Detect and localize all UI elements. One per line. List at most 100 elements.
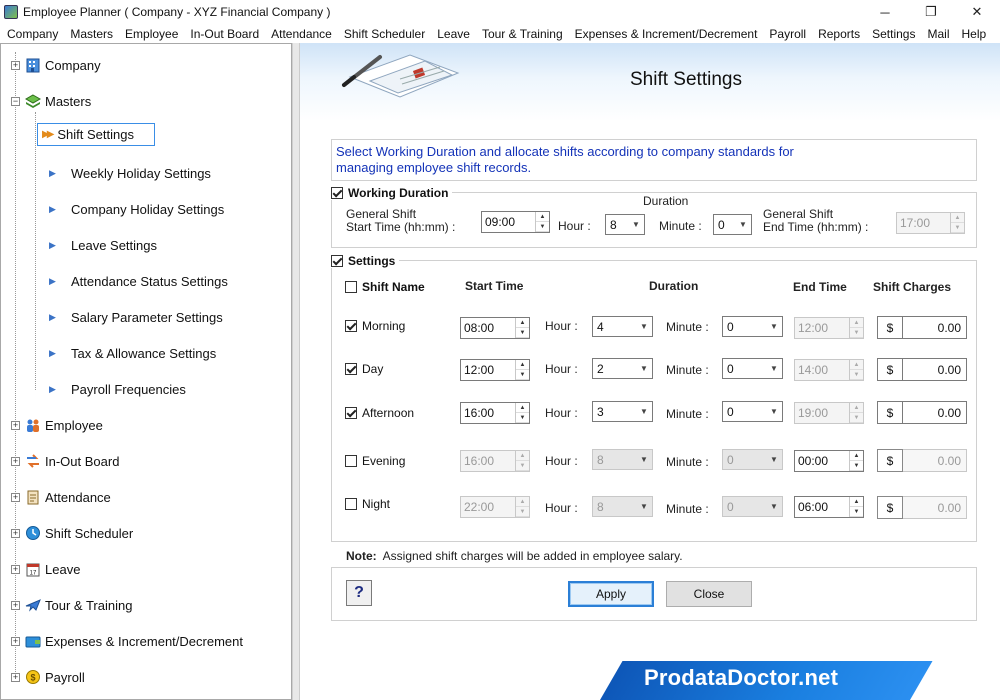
shift-hour-select[interactable]: 3 ▼: [592, 401, 653, 422]
menu-attendance[interactable]: Attendance: [265, 27, 338, 41]
menu-mail[interactable]: Mail: [921, 27, 955, 41]
spin-arrows[interactable]: ▲ ▼: [515, 403, 529, 423]
spin-up-icon[interactable]: ▲: [516, 360, 529, 370]
tree-item-weekly-holiday[interactable]: ▶ Weekly Holiday Settings: [49, 161, 211, 185]
menu-reports[interactable]: Reports: [812, 27, 866, 41]
general-minute-select[interactable]: 0 ▼: [713, 214, 752, 235]
shift-checkbox[interactable]: [345, 407, 357, 419]
shift-hour-select[interactable]: 2 ▼: [592, 358, 653, 379]
tree-item-attendance-status[interactable]: ▶ Attendance Status Settings: [49, 269, 228, 293]
general-start-time-input[interactable]: 09:00 ▲ ▼: [481, 211, 550, 233]
shift-charge-field[interactable]: $ 0.00: [877, 316, 967, 339]
spin-down-icon[interactable]: ▼: [516, 413, 529, 423]
close-window-button[interactable]: ✕: [954, 0, 1000, 24]
tree-item-in-out-board[interactable]: In-Out Board: [25, 449, 119, 473]
spin-down-icon[interactable]: ▼: [536, 222, 549, 232]
tree-item-expenses[interactable]: Expenses & Increment/Decrement: [25, 629, 243, 653]
select-all-checkbox[interactable]: [345, 281, 357, 293]
working-duration-checkbox[interactable]: [331, 187, 343, 199]
currency-label: $: [877, 496, 903, 519]
charge-value[interactable]: 0.00: [903, 316, 967, 339]
collapse-masters-icon[interactable]: −: [11, 97, 20, 106]
tree-item-leave-settings[interactable]: ▶ Leave Settings: [49, 233, 157, 257]
spin-arrows[interactable]: ▲ ▼: [515, 360, 529, 380]
general-hour-select[interactable]: 8 ▼: [605, 214, 645, 235]
tree-item-tax-allowance[interactable]: ▶ Tax & Allowance Settings: [49, 341, 216, 365]
expand-expenses-icon[interactable]: +: [11, 637, 20, 646]
expand-payroll-icon[interactable]: +: [11, 673, 20, 682]
tree-item-label: Payroll Frequencies: [71, 381, 186, 397]
shift-start-input[interactable]: 08:00 ▲ ▼: [460, 317, 530, 339]
currency-label: $: [877, 316, 903, 339]
chevron-down-icon: ▼: [770, 502, 778, 511]
shift-checkbox[interactable]: [345, 498, 357, 510]
expand-attendance-icon[interactable]: +: [11, 493, 20, 502]
spin-down-icon[interactable]: ▼: [516, 370, 529, 380]
menu-masters[interactable]: Masters: [64, 27, 119, 41]
shift-checkbox[interactable]: [345, 455, 357, 467]
expand-inout-icon[interactable]: +: [11, 457, 20, 466]
spin-up-icon[interactable]: ▲: [516, 318, 529, 328]
shift-minute-select[interactable]: 0 ▼: [722, 358, 783, 379]
menu-in-out-board[interactable]: In-Out Board: [184, 27, 265, 41]
expand-employee-icon[interactable]: +: [11, 421, 20, 430]
menu-company[interactable]: Company: [0, 27, 64, 41]
tree-item-employee[interactable]: Employee: [25, 413, 103, 437]
settings-checkbox[interactable]: [331, 255, 343, 267]
chevron-right-icon: ▶: [49, 347, 56, 358]
minimize-button[interactable]: ─: [862, 0, 908, 24]
shift-checkbox[interactable]: [345, 363, 357, 375]
menu-employee[interactable]: Employee: [119, 27, 184, 41]
expand-company-icon[interactable]: +: [11, 61, 20, 70]
working-duration-header: Working Duration: [331, 186, 453, 200]
tree-item-masters[interactable]: Masters: [25, 89, 91, 113]
menu-help[interactable]: Help: [956, 27, 993, 41]
hour-label: Hour :: [545, 319, 578, 333]
tree-item-company-holiday[interactable]: ▶ Company Holiday Settings: [49, 197, 224, 221]
tree-item-tour-training[interactable]: Tour & Training: [25, 593, 132, 617]
charge-value[interactable]: 0.00: [903, 401, 967, 424]
tree-item-payroll[interactable]: $ Payroll: [25, 665, 85, 689]
spin-down-icon[interactable]: ▼: [516, 328, 529, 338]
apply-button[interactable]: Apply: [568, 581, 654, 607]
expand-leave-icon[interactable]: +: [11, 565, 20, 574]
shift-minute-select[interactable]: 0 ▼: [722, 316, 783, 337]
tree-item-salary-parameter[interactable]: ▶ Salary Parameter Settings: [49, 305, 223, 329]
shift-checkbox[interactable]: [345, 320, 357, 332]
shift-minute-select[interactable]: 0 ▼: [722, 401, 783, 422]
svg-text:17: 17: [30, 571, 37, 577]
tree-item-company[interactable]: Company: [25, 53, 101, 77]
menu-settings[interactable]: Settings: [866, 27, 921, 41]
spin-arrows[interactable]: ▲ ▼: [515, 318, 529, 338]
tree-item-leave[interactable]: 17 Leave: [25, 557, 80, 581]
panel-splitter[interactable]: [292, 43, 299, 700]
shift-start-input[interactable]: 12:00 ▲ ▼: [460, 359, 530, 381]
shift-hour-select[interactable]: 4 ▼: [592, 316, 653, 337]
shift-start-input[interactable]: 16:00 ▲ ▼: [460, 402, 530, 424]
tree-item-shift-settings[interactable]: ▶▶ Shift Settings: [37, 122, 155, 146]
expand-shift-scheduler-icon[interactable]: +: [11, 529, 20, 538]
shift-name: Afternoon: [362, 406, 415, 420]
spin-up-icon[interactable]: ▲: [516, 403, 529, 413]
menu-expenses[interactable]: Expenses & Increment/Decrement: [569, 27, 764, 41]
charge-value[interactable]: 0.00: [903, 358, 967, 381]
expand-tour-icon[interactable]: +: [11, 601, 20, 610]
tree-item-payroll-frequencies[interactable]: ▶ Payroll Frequencies: [49, 377, 186, 401]
close-button[interactable]: Close: [666, 581, 752, 607]
menu-payroll[interactable]: Payroll: [763, 27, 812, 41]
menu-shift-scheduler[interactable]: Shift Scheduler: [338, 27, 431, 41]
help-button[interactable]: ?: [346, 580, 372, 606]
duration-header: Duration: [649, 279, 699, 293]
menu-bar: Company Masters Employee In-Out Board At…: [0, 24, 1000, 43]
spin-up-icon[interactable]: ▲: [536, 212, 549, 222]
menu-tour-training[interactable]: Tour & Training: [476, 27, 569, 41]
shift-charge-field[interactable]: $ 0.00: [877, 358, 967, 381]
shift-charge-field[interactable]: $ 0.00: [877, 401, 967, 424]
spin-arrows[interactable]: ▲ ▼: [535, 212, 549, 232]
wallet-icon: [25, 633, 41, 649]
menu-leave[interactable]: Leave: [431, 27, 476, 41]
note-text: Assigned shift charges will be added in …: [382, 549, 683, 563]
tree-item-attendance[interactable]: Attendance: [25, 485, 111, 509]
restore-button[interactable]: ❐: [908, 0, 954, 24]
tree-item-shift-scheduler[interactable]: Shift Scheduler: [25, 521, 133, 545]
